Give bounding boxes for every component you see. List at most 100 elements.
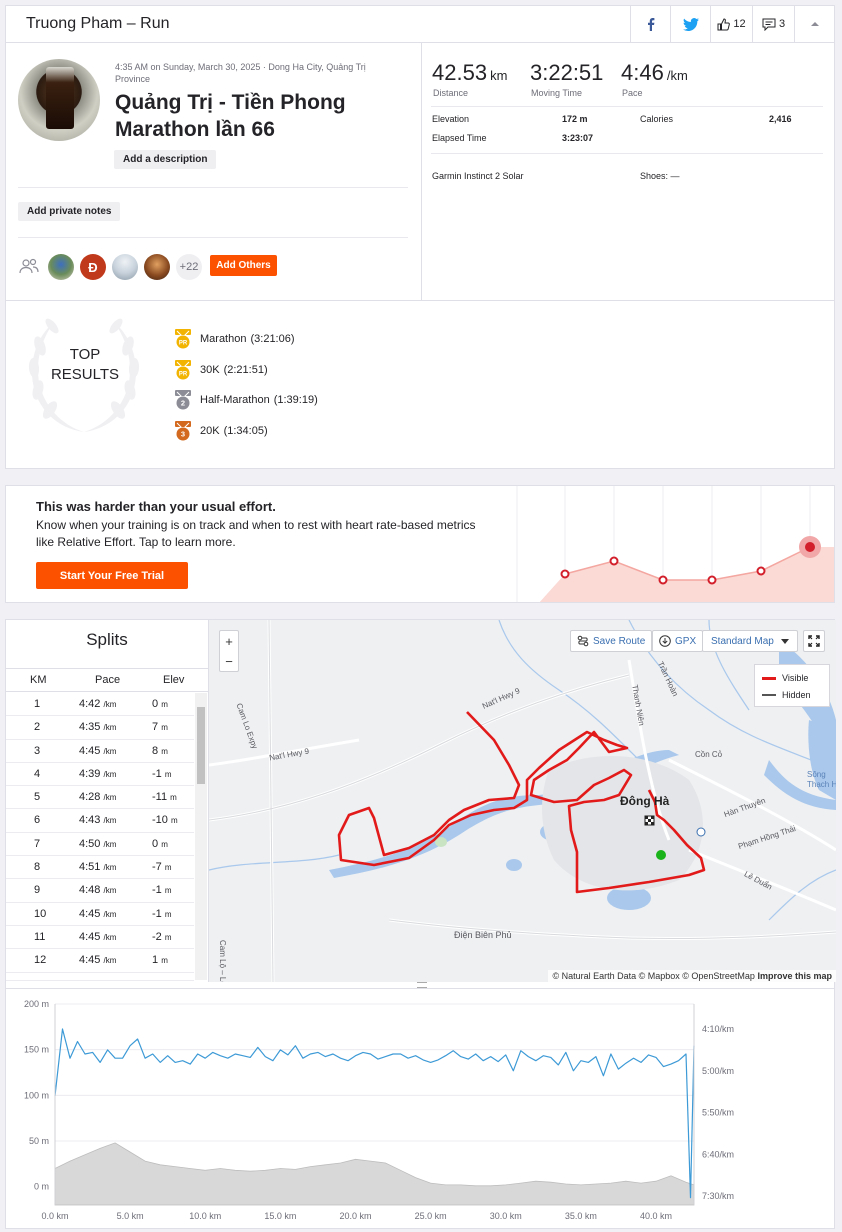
x-tick-label: 5.0 km xyxy=(117,1211,144,1221)
col-pace: Pace xyxy=(95,674,121,686)
pace-elevation-chart[interactable]: 200 m 150 m 100 m 50 m 0 m 4:10/km 5:00/km 5:50… xyxy=(6,989,836,1229)
top-result-item[interactable]: PR 30K (2:21:51) xyxy=(174,360,268,380)
athlete-avatar[interactable] xyxy=(48,254,74,280)
comment-icon xyxy=(762,18,776,31)
effort-point xyxy=(707,575,717,585)
splits-scrollbar[interactable] xyxy=(195,693,207,980)
split-row-partial[interactable] xyxy=(6,973,194,981)
start-free-trial-button[interactable]: Start Your Free Trial xyxy=(36,562,188,589)
map-canvas[interactable] xyxy=(209,620,836,982)
split-row[interactable]: 9 4:48 /km -1 m xyxy=(6,879,194,903)
resize-handle[interactable] xyxy=(417,982,427,988)
split-row[interactable]: 12 4:45 /km 1 m xyxy=(6,949,194,973)
more-athletes-count[interactable]: +22 xyxy=(176,254,202,280)
fullscreen-button[interactable] xyxy=(803,630,825,652)
relative-effort-card[interactable]: This was harder than your usual effort. … xyxy=(5,485,835,603)
save-route-label: Save Route xyxy=(593,635,646,647)
legend-hidden: Hidden xyxy=(762,690,811,700)
add-private-notes-button[interactable]: Add private notes xyxy=(18,202,121,221)
split-km: 1 xyxy=(34,698,41,710)
effort-point xyxy=(658,575,668,585)
twitter-share-button[interactable] xyxy=(670,5,710,43)
top-result-time: (1:39:19) xyxy=(273,394,318,406)
medal-label: PR xyxy=(179,372,188,378)
comments-button[interactable]: 3 xyxy=(752,5,794,43)
athlete-avatar[interactable] xyxy=(112,254,138,280)
split-elev: 1 m xyxy=(152,954,168,967)
split-row[interactable]: 7 4:50 /km 0 m xyxy=(6,833,194,857)
activity-title[interactable]: Quảng Trị - Tiền Phong Marathon lần 66 xyxy=(115,89,405,143)
place-medal-icon: 2 xyxy=(175,390,191,410)
split-km: 6 xyxy=(34,814,41,827)
effort-point xyxy=(756,566,766,576)
split-km: 4 xyxy=(34,767,41,780)
map-style-select[interactable]: Standard Map xyxy=(702,630,798,652)
facebook-share-button[interactable] xyxy=(630,5,670,43)
shoes-value[interactable]: Shoes: — xyxy=(640,171,680,181)
split-pace: 4:45 /km xyxy=(79,907,117,920)
split-km: 7 xyxy=(34,837,41,850)
route-legend: Visible Hidden xyxy=(754,664,830,707)
save-route-button[interactable]: Save Route xyxy=(570,630,653,652)
add-description-button[interactable]: Add a description xyxy=(114,150,217,169)
split-pace: 4:28 /km xyxy=(79,791,117,804)
collapse-button[interactable] xyxy=(794,5,834,43)
y-right-tick-label: 7:30/km xyxy=(702,1191,734,1201)
analysis-chart-card: 200 m 150 m 100 m 50 m 0 m 4:10/km 5:00/km 5:50… xyxy=(5,989,835,1229)
split-row[interactable]: 6 4:43 /km -10 m xyxy=(6,809,194,833)
chevron-down-icon xyxy=(780,638,789,644)
gpx-label: GPX xyxy=(675,635,697,647)
splits-map-section: Splits KM Pace Elev 1 4:42 /km 0 m 2 4:35 /k… xyxy=(5,619,836,989)
split-km: 9 xyxy=(34,884,41,897)
zoom-out-button[interactable]: − xyxy=(225,654,233,669)
athlete-avatar[interactable]: Đ xyxy=(80,254,106,280)
activity-photo-avatar[interactable] xyxy=(18,59,100,141)
kudos-button[interactable]: 12 xyxy=(710,5,752,43)
x-tick-label: 0.0 km xyxy=(41,1211,68,1221)
moving-time-label: Moving Time xyxy=(531,88,583,98)
split-row[interactable]: 10 4:45 /km -1 m xyxy=(6,903,194,926)
split-row[interactable]: 8 4:51 /km -7 m xyxy=(6,856,194,880)
calories-value: 2,416 xyxy=(769,114,792,124)
medal-label: 3 xyxy=(181,430,185,439)
elapsed-time-value: 3:23:07 xyxy=(562,133,594,143)
split-km: 5 xyxy=(34,791,41,804)
split-row[interactable]: 3 4:45 /km 8 m xyxy=(6,740,194,763)
add-others-button[interactable]: Add Others xyxy=(210,255,277,276)
top-result-item[interactable]: 2 Half-Marathon (1:39:19) xyxy=(174,390,318,410)
gpx-export-button[interactable]: GPX xyxy=(652,630,704,652)
divider xyxy=(431,153,823,154)
athlete-avatar[interactable] xyxy=(144,254,170,280)
activity-header-bar: Truong Pham – Run 12 3 xyxy=(6,5,834,43)
map-attribution: © Natural Earth Data © Mapbox © OpenStre… xyxy=(548,970,836,982)
twitter-icon xyxy=(682,17,699,31)
top-result-name: 20K xyxy=(200,425,220,437)
distance-value: 42.53 km xyxy=(432,60,508,85)
effort-point xyxy=(609,556,619,566)
zoom-controls: + − xyxy=(219,630,239,672)
split-row[interactable]: 2 4:35 /km 7 m xyxy=(6,716,194,740)
elevation-label: Elevation xyxy=(432,114,470,124)
map-label-cam-lo-le-son: Cam Lộ – Lệ Sơn xyxy=(218,940,227,982)
split-elev: -1 m xyxy=(152,884,172,897)
pr-medal-icon: PR xyxy=(175,329,191,349)
improve-map-link[interactable]: Improve this map xyxy=(757,971,832,981)
split-row[interactable]: 4 4:39 /km -1 m xyxy=(6,763,194,787)
moving-time-value: 3:22:51 xyxy=(530,60,604,85)
top-result-item[interactable]: 3 20K (1:34:05) xyxy=(174,421,268,441)
expand-icon xyxy=(808,635,820,647)
effort-title: This was harder than your usual effort. xyxy=(36,499,276,514)
split-row[interactable]: 1 4:42 /km 0 m xyxy=(6,693,194,717)
split-km: 10 xyxy=(34,907,47,920)
zoom-in-button[interactable]: + xyxy=(225,634,233,649)
split-pace: 4:45 /km xyxy=(79,930,117,943)
divider xyxy=(6,300,834,301)
route-map[interactable]: Đông Hà Nat'l Hwy 9 Nat'l Hwy 9 Cồn Cỏ H… xyxy=(209,620,836,982)
split-pace: 4:45 /km xyxy=(79,744,117,757)
thumbs-up-icon xyxy=(717,17,731,30)
split-row[interactable]: 5 4:28 /km -11 m xyxy=(6,786,194,810)
split-km: 12 xyxy=(34,954,47,967)
pace-label: Pace xyxy=(622,88,643,98)
top-result-item[interactable]: PR Marathon (3:21:06) xyxy=(174,329,295,349)
split-row[interactable]: 11 4:45 /km -2 m xyxy=(6,926,194,950)
